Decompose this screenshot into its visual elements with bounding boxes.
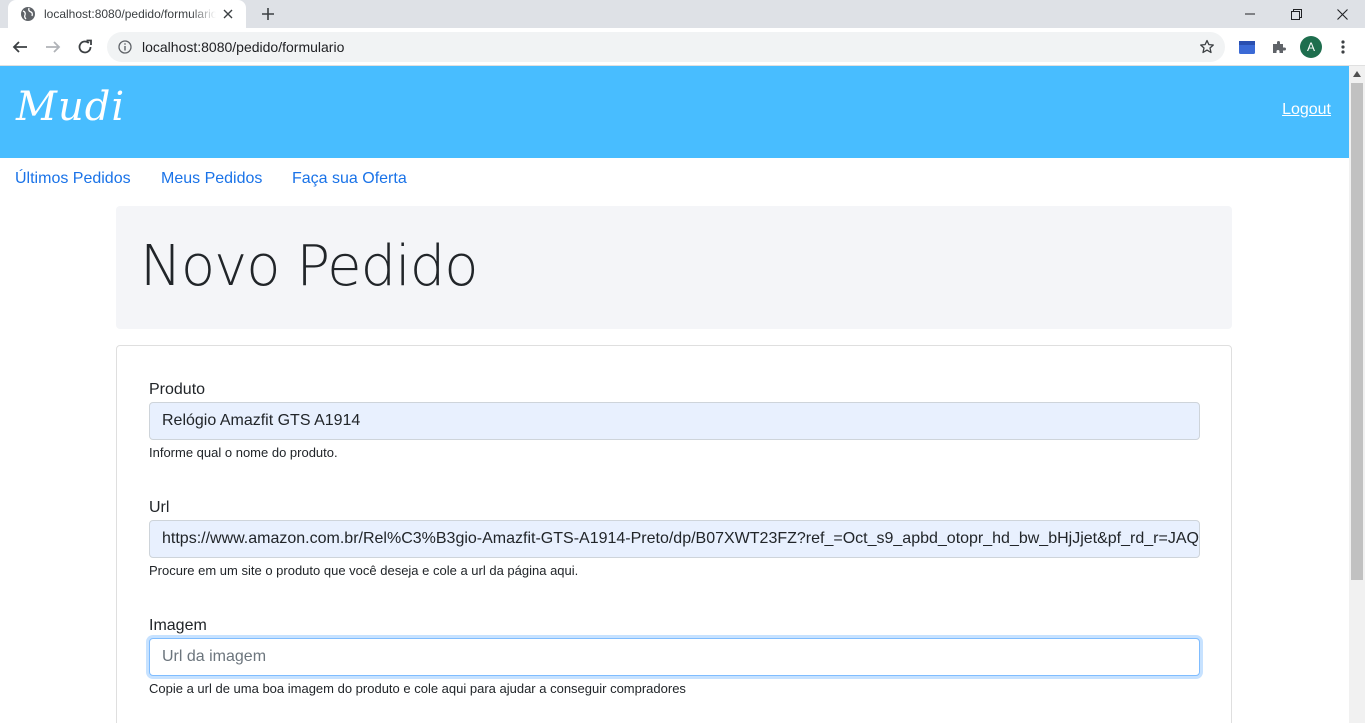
page-title: Novo Pedido bbox=[140, 234, 478, 299]
address-url: localhost:8080/pedido/formulario bbox=[142, 39, 345, 55]
extension-icon[interactable] bbox=[1234, 34, 1260, 60]
url-help-text: Procure em um site o produto que você de… bbox=[149, 563, 579, 578]
logout-link[interactable]: Logout bbox=[1282, 101, 1331, 119]
app-header: Mudi Logout bbox=[0, 66, 1349, 158]
imagem-label: Imagem bbox=[149, 617, 207, 634]
bookmark-star-icon[interactable] bbox=[1199, 39, 1215, 55]
produto-input[interactable]: Relógio Amazfit GTS A1914 bbox=[149, 402, 1200, 440]
browser-tab-strip: localhost:8080/pedido/formulario bbox=[0, 0, 1365, 28]
reload-icon[interactable] bbox=[72, 34, 98, 60]
page-header-jumbotron: Novo Pedido bbox=[116, 206, 1232, 329]
back-arrow-icon[interactable] bbox=[7, 34, 33, 60]
page-viewport: Mudi Logout Últimos Pedidos Meus Pedidos… bbox=[0, 66, 1349, 723]
nav-ultimos-pedidos[interactable]: Últimos Pedidos bbox=[15, 170, 131, 188]
nav-faca-sua-oferta[interactable]: Faça sua Oferta bbox=[292, 170, 407, 188]
scroll-up-arrow-icon[interactable] bbox=[1349, 66, 1365, 82]
nav-meus-pedidos[interactable]: Meus Pedidos bbox=[161, 170, 262, 188]
url-input[interactable]: https://www.amazon.com.br/Rel%C3%B3gio-A… bbox=[149, 520, 1200, 558]
tab-title: localhost:8080/pedido/formulario bbox=[44, 7, 216, 21]
profile-avatar[interactable]: A bbox=[1300, 36, 1322, 58]
scrollbar-thumb[interactable] bbox=[1351, 83, 1363, 580]
brand-logo[interactable]: Mudi bbox=[16, 84, 125, 130]
puzzle-extensions-icon[interactable] bbox=[1266, 34, 1292, 60]
forward-arrow-icon[interactable] bbox=[40, 34, 66, 60]
produto-label: Produto bbox=[149, 381, 206, 398]
produto-help-text: Informe qual o nome do produto. bbox=[149, 445, 338, 460]
close-window-icon[interactable] bbox=[1319, 0, 1365, 28]
restore-icon[interactable] bbox=[1273, 0, 1319, 28]
address-bar[interactable]: localhost:8080/pedido/formulario bbox=[107, 32, 1225, 62]
browser-toolbar: localhost:8080/pedido/formulario A bbox=[0, 28, 1365, 66]
page-scrollbar[interactable] bbox=[1349, 66, 1365, 723]
globe-icon bbox=[20, 6, 36, 22]
more-menu-icon[interactable] bbox=[1330, 34, 1356, 60]
close-tab-icon[interactable] bbox=[220, 6, 236, 22]
new-tab-icon[interactable] bbox=[258, 4, 278, 24]
order-form-card: Produto Relógio Amazfit GTS A1914 Inform… bbox=[116, 345, 1232, 723]
imagem-input[interactable]: Url da imagem bbox=[149, 638, 1200, 676]
browser-tab[interactable]: localhost:8080/pedido/formulario bbox=[8, 0, 246, 28]
main-nav: Últimos Pedidos Meus Pedidos Faça sua Of… bbox=[0, 158, 1349, 200]
url-label: Url bbox=[149, 499, 170, 516]
minimize-icon[interactable] bbox=[1227, 0, 1273, 28]
imagem-help-text: Copie a url de uma boa imagem do produto… bbox=[149, 681, 686, 696]
site-info-icon[interactable] bbox=[117, 39, 133, 55]
